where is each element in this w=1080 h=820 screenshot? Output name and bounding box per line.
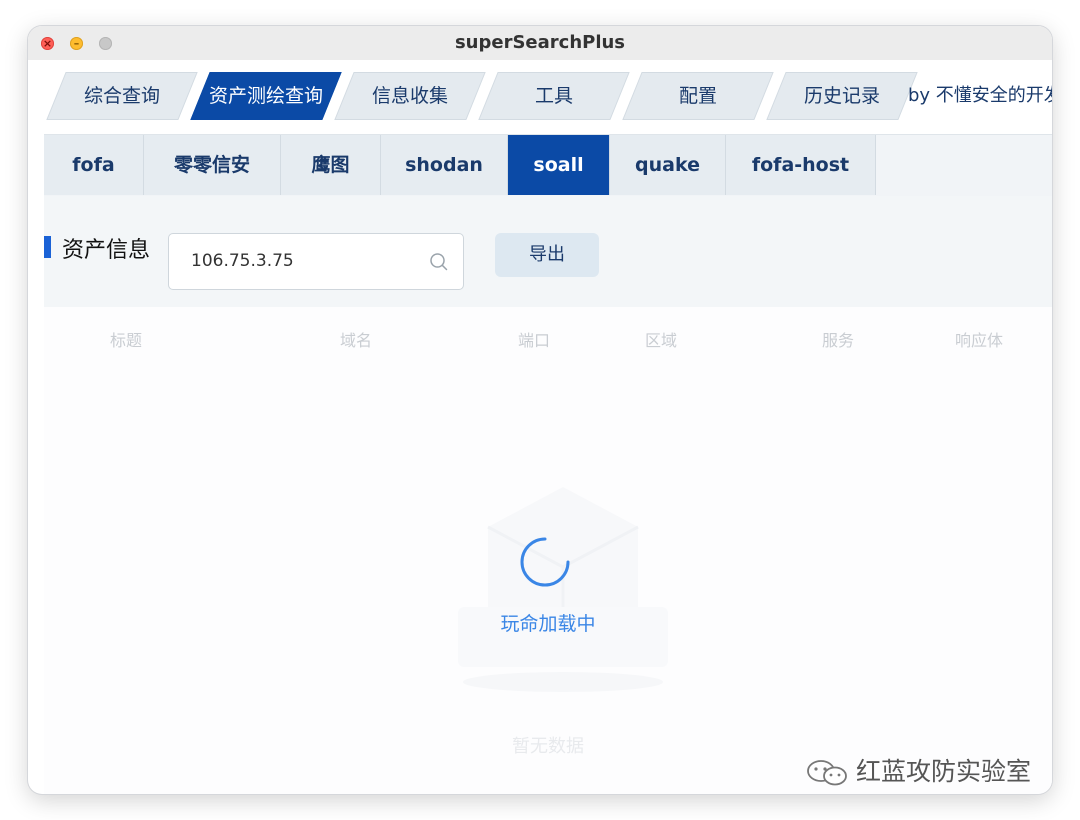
results-table: 标题 域名 端口 区域 服务 响应体 暂无数据 玩命加载中 xyxy=(44,307,1052,794)
tab-label: 资产测绘查询 xyxy=(208,85,323,107)
tab-label: 工具 xyxy=(534,85,573,107)
column-header-title[interactable]: 标题 xyxy=(110,327,142,351)
main-tab-bar: 综合查询 资产测绘查询 信息收集 工具 配置 历史记录 by 不懂安全的开发 xyxy=(28,60,1052,126)
export-button[interactable]: 导出 xyxy=(495,233,599,277)
search-icon[interactable] xyxy=(429,252,449,272)
subtab-soall[interactable]: soall xyxy=(508,135,610,195)
subtab-quake[interactable]: quake xyxy=(610,135,726,195)
subtab-fofa[interactable]: fofa xyxy=(44,135,144,195)
subtab-鹰图[interactable]: 鹰图 xyxy=(281,135,381,195)
section-accent-bar xyxy=(44,236,51,258)
subtab-shodan[interactable]: shodan xyxy=(381,135,508,195)
tab-信息收集[interactable]: 信息收集 xyxy=(334,72,486,120)
column-header-domain[interactable]: 域名 xyxy=(340,327,372,351)
loading-spinner-icon xyxy=(520,537,570,587)
column-header-port[interactable]: 端口 xyxy=(518,327,550,351)
column-header-service[interactable]: 服务 xyxy=(822,327,854,351)
app-window: × – superSearchPlus 综合查询 资产测绘查询 信息收集 工具 … xyxy=(28,26,1052,794)
engine-tab-bar: fofa 零零信安 鹰图 shodan soall quake fofa-hos… xyxy=(44,134,1052,198)
section-title: 资产信息 xyxy=(62,238,151,263)
tab-label: 历史记录 xyxy=(803,85,880,107)
window-title: superSearchPlus xyxy=(454,32,626,53)
loading-text: 玩命加载中 xyxy=(500,613,596,635)
wechat-icon xyxy=(807,760,847,786)
search-input[interactable]: 106.75.3.75 xyxy=(168,233,464,290)
subtab-零零信安[interactable]: 零零信安 xyxy=(144,135,281,195)
tab-综合查询[interactable]: 综合查询 xyxy=(46,72,198,120)
column-header-response[interactable]: 响应体 xyxy=(955,327,1003,351)
author-byline: by 不懂安全的开发 xyxy=(908,85,1052,106)
watermark-text: 红蓝攻防实验室 xyxy=(856,757,1032,786)
search-value: 106.75.3.75 xyxy=(191,251,294,271)
filter-bar: 资产信息 106.75.3.75 导出 xyxy=(44,196,1052,307)
tab-配置[interactable]: 配置 xyxy=(622,72,774,120)
tab-label: 综合查询 xyxy=(83,85,160,107)
column-header-region[interactable]: 区域 xyxy=(645,327,677,351)
title-bar: × – superSearchPlus xyxy=(28,26,1052,61)
tab-历史记录[interactable]: 历史记录 xyxy=(766,72,918,120)
subtab-fofa-host[interactable]: fofa-host xyxy=(726,135,876,195)
tab-label: 配置 xyxy=(678,85,717,107)
tab-资产测绘查询[interactable]: 资产测绘查询 xyxy=(190,72,342,120)
watermark: 红蓝攻防实验室 xyxy=(806,752,1052,792)
tab-工具[interactable]: 工具 xyxy=(478,72,630,120)
tab-label: 信息收集 xyxy=(371,85,448,107)
